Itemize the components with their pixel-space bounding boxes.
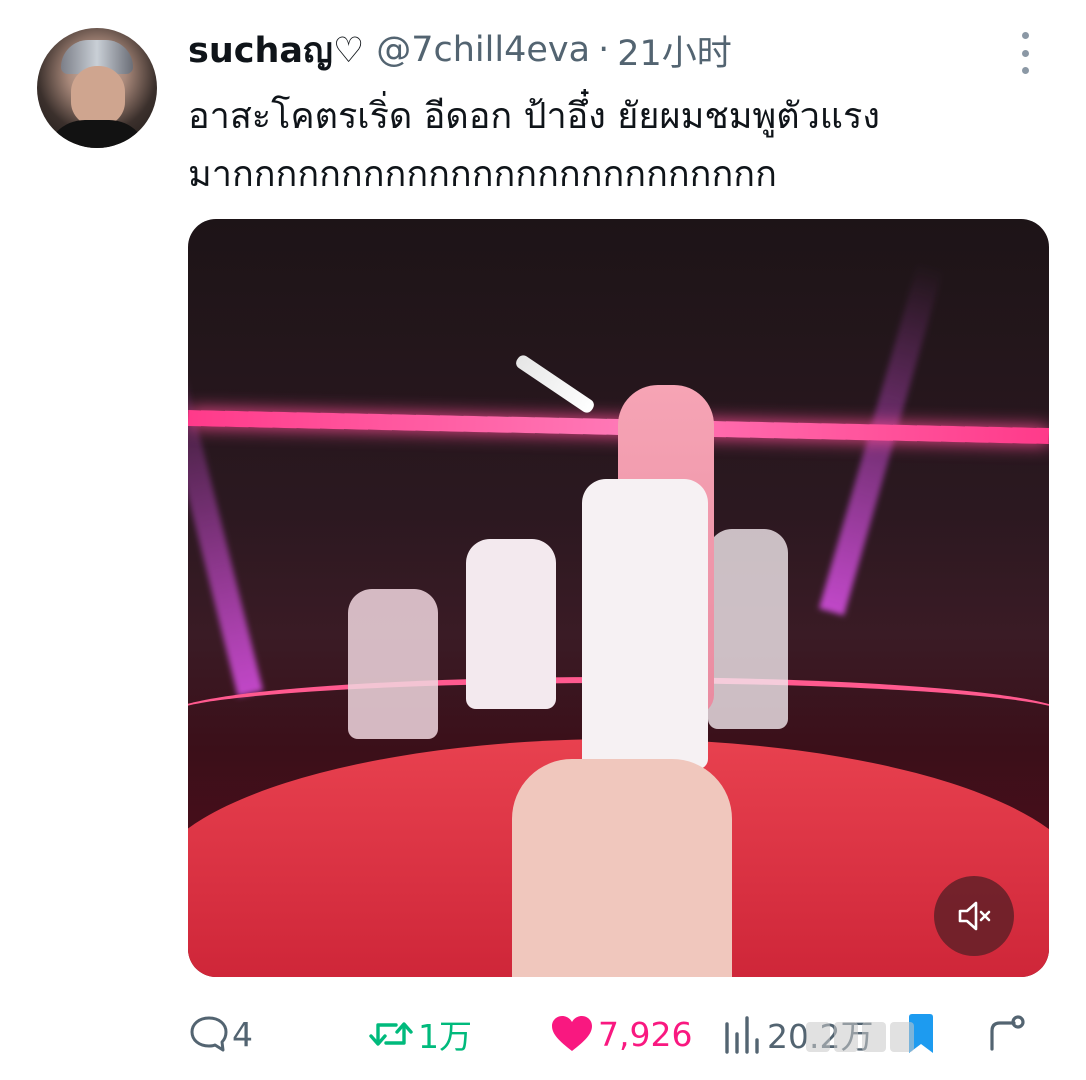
retweet-button[interactable]: 1万 (368, 1010, 472, 1058)
more-vertical-icon[interactable] (1016, 32, 1034, 74)
more-dot (1021, 67, 1029, 74)
author-handle[interactable]: @7chill4eva (376, 30, 590, 70)
tweet-video[interactable] (188, 219, 1049, 977)
like-count: 7,926 (598, 1014, 693, 1054)
tweet-text: อาสะโคตรเริ่ด อีดอก ป้าอึ๋ง ยัยผมชมพูตัว… (188, 88, 1038, 204)
like-button[interactable]: 7,926 (550, 1014, 692, 1054)
reply-count: 4 (232, 1014, 253, 1054)
avatar-face (71, 66, 125, 126)
watermark (806, 1022, 926, 1056)
tweet-text-line: มากกกกกกกกกกกกกกกกกกกกกกกกก (188, 154, 777, 195)
retweet-count: 1万 (418, 1017, 472, 1056)
heart-filled-icon (550, 1014, 594, 1054)
header-separator: · (598, 30, 610, 70)
watermark-block (834, 1022, 858, 1052)
watermark-block (806, 1022, 830, 1052)
tweet: suchaญ♡ @7chill4eva · 21小时 อาสะโคตรเริ่ด… (0, 0, 1086, 1080)
reply-button[interactable]: 4 (188, 1013, 253, 1055)
avatar[interactable] (37, 28, 157, 148)
retweet-icon (368, 1013, 414, 1055)
more-dot (1021, 49, 1029, 57)
share-button[interactable] (984, 1013, 1028, 1055)
tweet-text-line: อาสะโคตรเริ่ด อีดอก ป้าอึ๋ง ยัยผมชมพูตัว… (188, 96, 880, 137)
tweet-timestamp[interactable]: 21小时 (617, 25, 732, 76)
watermark-block (862, 1022, 886, 1052)
singer-legs (512, 759, 732, 977)
tweet-header: suchaญ♡ @7chill4eva · 21小时 (188, 24, 732, 76)
singer-figure (582, 479, 708, 769)
more-dot (1021, 32, 1029, 39)
speaker-muted-icon[interactable] (934, 876, 1014, 956)
watermark-block (890, 1022, 914, 1052)
stage-light-beam (188, 341, 264, 697)
dancer-figure (708, 529, 788, 729)
microphone (513, 353, 597, 415)
author-name[interactable]: suchaญ♡ (188, 23, 364, 78)
dancer-figure (466, 539, 556, 709)
share-icon (984, 1013, 1028, 1055)
bar-chart-icon (723, 1014, 761, 1054)
avatar-shirt (45, 120, 149, 148)
dancer-figure (348, 589, 438, 739)
comment-bubble-icon (188, 1013, 230, 1055)
